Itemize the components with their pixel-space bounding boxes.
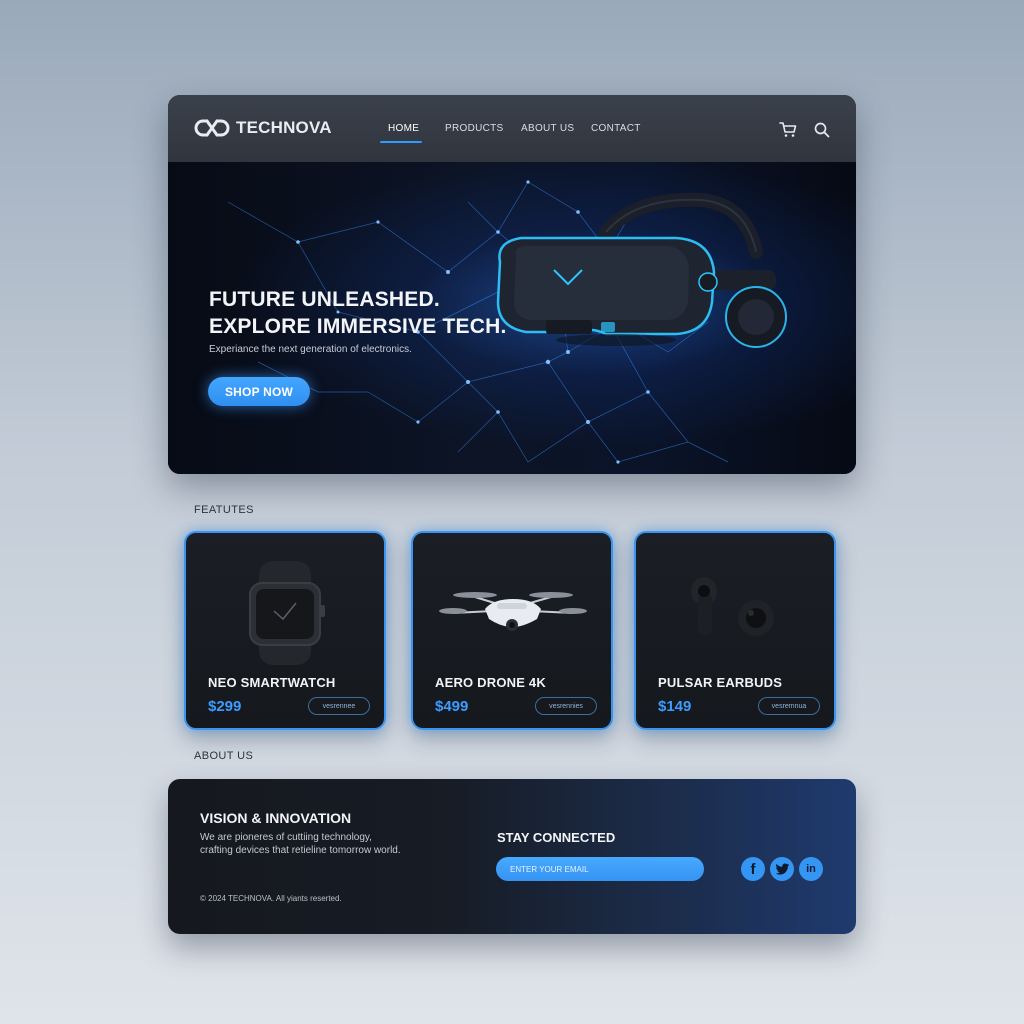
hero-headline: FUTURE UNLEASHED. EXPLORE IMMERSIVE TECH… bbox=[209, 286, 506, 340]
product-price: $149 bbox=[658, 698, 692, 715]
nav-link-about-us[interactable]: ABOUT US bbox=[521, 123, 574, 134]
product-view-button[interactable]: vesrennee bbox=[308, 697, 370, 715]
navbar: TECHNOVA HOME PRODUCTS ABOUT US CONTACT bbox=[168, 95, 856, 163]
about-description-line-1: We are pioneres of cuttiing technology, bbox=[200, 832, 372, 843]
search-icon[interactable] bbox=[813, 121, 831, 139]
product-name: AERO DRONE 4K bbox=[435, 675, 546, 690]
hero-subtitle: Experiance the next generation of electr… bbox=[209, 344, 412, 355]
hero-headline-line-1: FUTURE UNLEASHED. bbox=[209, 288, 440, 311]
drone-image bbox=[439, 592, 587, 631]
linkedin-glyph: in bbox=[806, 863, 816, 875]
smartwatch-image bbox=[249, 561, 325, 665]
features-label: FEATUTES bbox=[194, 504, 254, 516]
about-title: VISION & INNOVATION bbox=[200, 810, 352, 826]
twitter-bird-glyph bbox=[775, 862, 789, 875]
vr-headset-image bbox=[496, 192, 787, 348]
cart-icon[interactable] bbox=[779, 121, 797, 139]
about-description: We are pioneres of cuttiing technology, … bbox=[200, 831, 430, 857]
nav-link-contact[interactable]: CONTACT bbox=[591, 123, 641, 134]
shop-now-button[interactable]: SHOP NOW bbox=[208, 377, 310, 406]
twitter-icon[interactable] bbox=[770, 857, 794, 881]
facebook-glyph: f bbox=[750, 860, 756, 878]
product-view-button[interactable]: vesrennies bbox=[535, 697, 597, 715]
hero-headline-line-2: EXPLORE IMMERSIVE TECH. bbox=[209, 315, 507, 338]
about-footer-card: VISION & INNOVATION We are pioneres of c… bbox=[168, 779, 856, 934]
nav-menu: HOME PRODUCTS ABOUT US CONTACT bbox=[168, 95, 856, 162]
nav-link-home[interactable]: HOME bbox=[388, 123, 419, 134]
about-description-line-2: crafting devices that retieline tomorrow… bbox=[200, 845, 401, 856]
product-name: NEO SMARTWATCH bbox=[208, 675, 336, 690]
product-view-button[interactable]: vesremnua bbox=[758, 697, 820, 715]
stay-connected-title: STAY CONNECTED bbox=[497, 830, 616, 845]
about-us-label: ABOUT US bbox=[194, 750, 254, 762]
earbuds-image bbox=[691, 577, 774, 636]
product-card-earbuds[interactable]: PULSAR EARBUDS $149 vesremnua bbox=[634, 531, 836, 730]
product-name: PULSAR EARBUDS bbox=[658, 675, 783, 690]
email-input[interactable] bbox=[496, 857, 704, 881]
product-price: $299 bbox=[208, 698, 242, 715]
product-card-drone[interactable]: AERO DRONE 4K $499 vesrennies bbox=[411, 531, 613, 730]
facebook-icon[interactable]: f bbox=[741, 857, 765, 881]
product-price: $499 bbox=[435, 698, 469, 715]
active-nav-indicator bbox=[380, 141, 422, 143]
hero-banner: FUTURE UNLEASHED. EXPLORE IMMERSIVE TECH… bbox=[168, 162, 856, 474]
copyright-text: © 2024 TECHNOVA. All yiants reserted. bbox=[200, 894, 342, 903]
hero-card: TECHNOVA HOME PRODUCTS ABOUT US CONTACT bbox=[168, 95, 856, 474]
product-card-smartwatch[interactable]: NEO SMARTWATCH $299 vesrennee bbox=[184, 531, 386, 730]
nav-link-products[interactable]: PRODUCTS bbox=[445, 123, 504, 134]
linkedin-icon[interactable]: in bbox=[799, 857, 823, 881]
